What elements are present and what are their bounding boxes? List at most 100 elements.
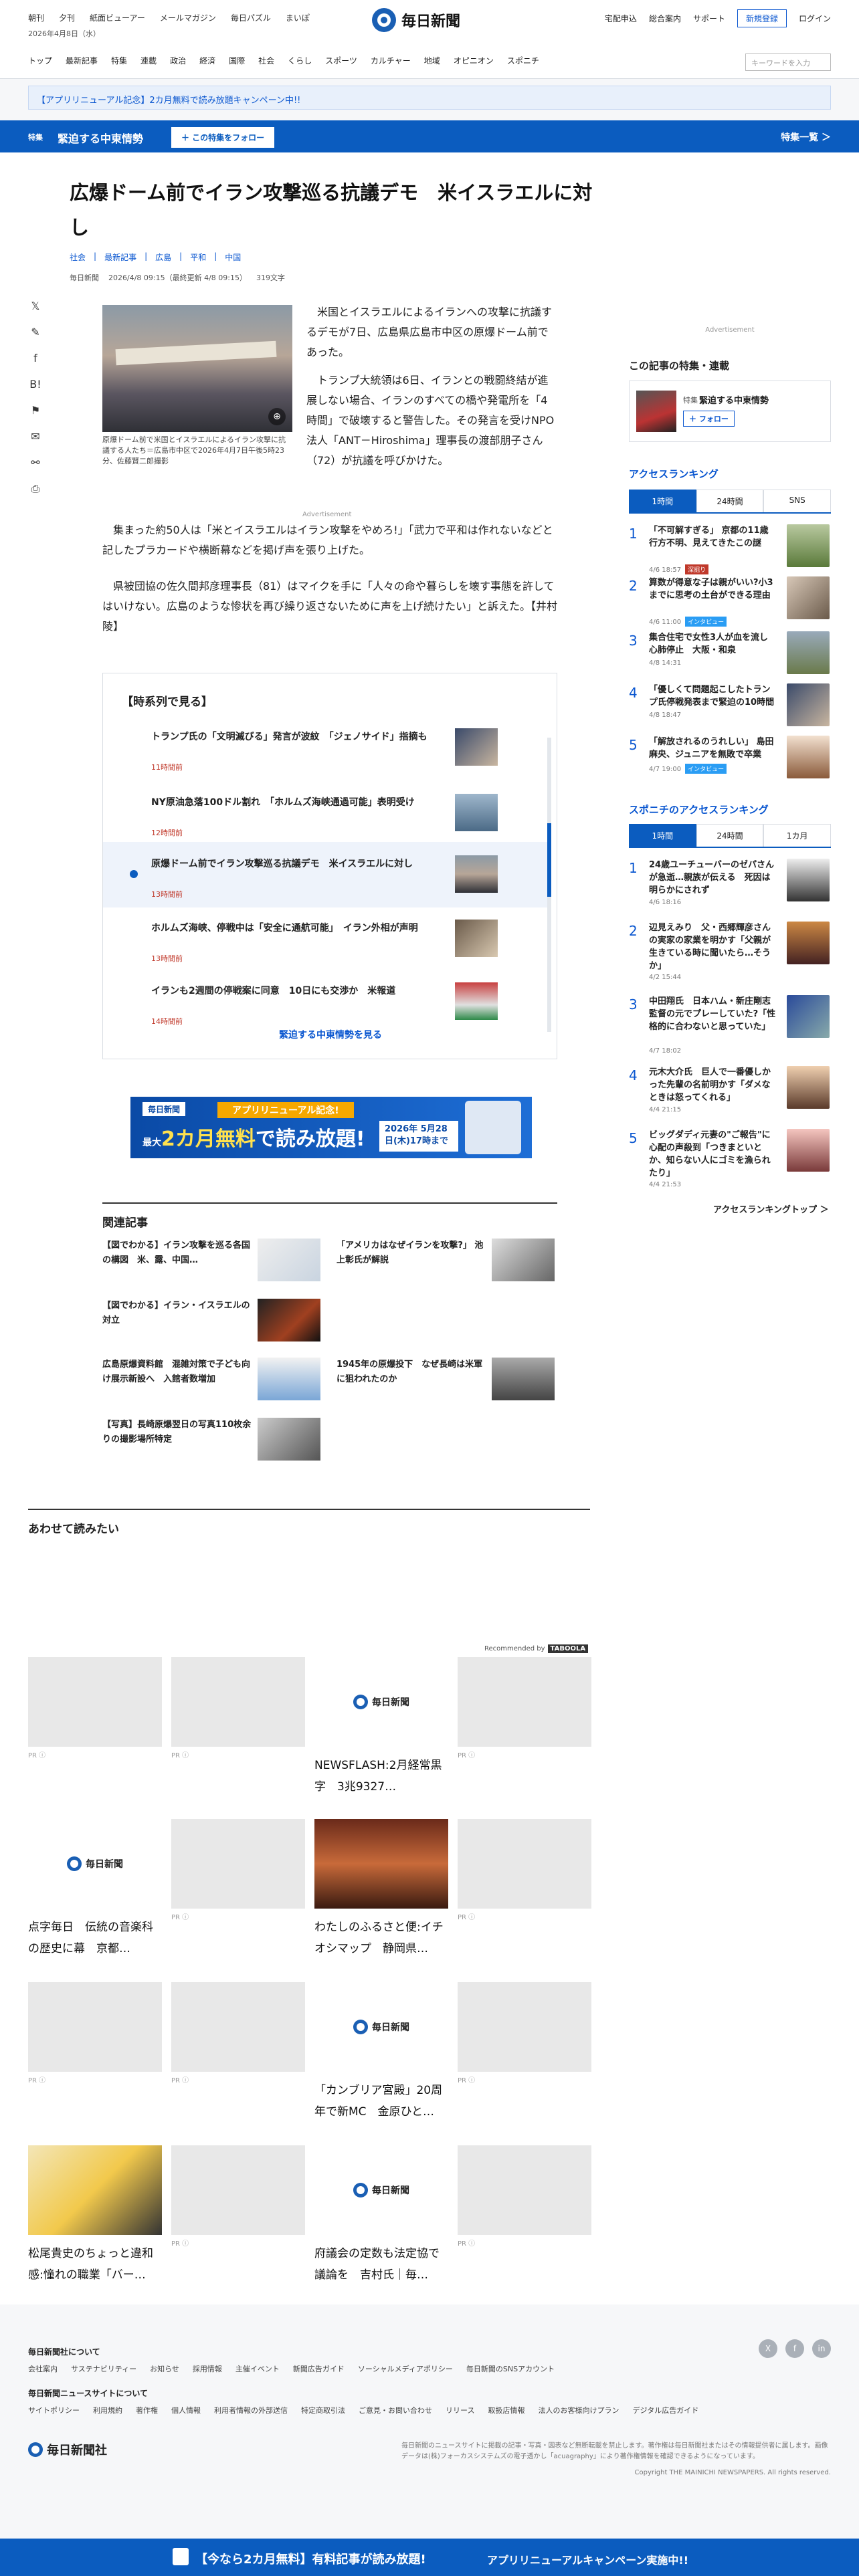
footer-link[interactable]: 主催イベント (235, 2363, 280, 2374)
recommend-card[interactable]: PR ⓘ (171, 1657, 305, 1759)
footer-link[interactable]: 新聞広告ガイド (293, 2363, 345, 2374)
support-link[interactable]: サポート (693, 13, 725, 24)
sponichi-item[interactable]: 4 元木大介氏 巨人で一番優しかった先輩の名前明かす「ダメなときは怒ってくれる」 4… (629, 1063, 831, 1121)
category-link[interactable]: 平和 (190, 251, 206, 263)
x-share-icon[interactable]: 𝕏 (31, 300, 40, 312)
footer-link[interactable]: 採用情報 (193, 2363, 222, 2374)
follow-feature-button[interactable]: ＋ この特集をフォロー (171, 127, 275, 148)
tab-sns[interactable]: SNS (763, 490, 832, 512)
footer-link[interactable]: ソーシャルメディアポリシー (358, 2363, 453, 2374)
feature-title[interactable]: 緊迫する中東情勢 (58, 130, 143, 146)
footer-link[interactable]: リリース (446, 2405, 474, 2416)
timeline-item[interactable]: NY原油急落100ドル割れ 「ホルムズ海峡通過可能」表明受け 12時間前 (103, 780, 551, 846)
recommend-card[interactable]: PR ⓘ (171, 1819, 305, 1921)
article-photo[interactable]: ⊕ (102, 305, 292, 432)
feature-list-link[interactable]: 特集一覧 ＞ (781, 130, 831, 144)
link-icon[interactable]: ⚯ (31, 456, 39, 469)
tab-1month[interactable]: 1カ月 (763, 824, 832, 847)
recommend-card[interactable]: 松尾貴史のちょっと違和感:憧れの職業「バー… (28, 2145, 162, 2286)
info-link[interactable]: 総合案内 (649, 13, 681, 24)
category-link[interactable]: 社会 (70, 251, 86, 263)
sponichi-item[interactable]: 1 24歳ユーチューバーのゼパさんが急逝…親族が伝える 死因は明らかにされず 4/6… (629, 856, 831, 914)
footer-link[interactable]: 会社案内 (28, 2363, 58, 2374)
register-button[interactable]: 新規登録 (737, 9, 787, 27)
ranking-item[interactable]: 3 集合住宅で女性3人が血を流し心肺停止 大阪・和泉 4/8 14:31 (629, 629, 831, 686)
tab-24hour[interactable]: 24時間 (696, 824, 764, 847)
nav-latest[interactable]: 最新記事 (66, 55, 98, 66)
delivery-link[interactable]: 宅配申込 (605, 13, 637, 24)
bottom-campaign-bar[interactable]: 【今なら2カ月無料】有料記事が読み放題! アプリリニューアルキャンペーン実施中!… (0, 2539, 859, 2576)
timeline-item-current[interactable]: 原爆ドーム前でイラン攻撃巡る抗議デモ 米イスラエルに対し 13時間前 (103, 842, 551, 907)
nav-society[interactable]: 社会 (258, 55, 274, 66)
recommend-card[interactable]: PR ⓘ (28, 1982, 162, 2084)
related-item[interactable]: 「アメリカはなぜイランを攻撃?」 池上彰氏が解説 (337, 1239, 557, 1292)
facebook-icon[interactable]: f (33, 352, 37, 364)
nav-culture[interactable]: カルチャー (371, 55, 411, 66)
bookmark-icon[interactable]: ⚑ (31, 404, 40, 417)
hatena-icon[interactable]: B! (29, 378, 41, 391)
footer-link[interactable]: 法人のお客様向けプラン (538, 2405, 619, 2416)
footer-link[interactable]: ご意見・お問い合わせ (359, 2405, 432, 2416)
nav-life[interactable]: くらし (288, 55, 312, 66)
top-link-morning[interactable]: 朝刊 (28, 12, 44, 23)
campaign-banner[interactable]: 【アプリリニューアル記念】2カ月無料で読み放題キャンペーン中!! (28, 86, 831, 110)
category-link[interactable]: 中国 (225, 251, 241, 263)
nav-world[interactable]: 国際 (229, 55, 245, 66)
recommend-card[interactable]: PR ⓘ (171, 1982, 305, 2084)
sponichi-item[interactable]: 5 ビッグダディ元妻の"ご報告"に心配の声殺到「つきまといとか、知らない人にゴミを… (629, 1126, 831, 1188)
footer-link[interactable]: 利用者情報の外部送信 (214, 2405, 288, 2416)
nav-economy[interactable]: 経済 (199, 55, 215, 66)
footer-link[interactable]: 著作権 (136, 2405, 158, 2416)
nav-sports[interactable]: スポーツ (325, 55, 357, 66)
facebook-icon[interactable]: f (785, 2339, 804, 2358)
tab-1hour[interactable]: 1時間 (629, 824, 696, 847)
nav-local[interactable]: 地域 (424, 55, 440, 66)
linkedin-icon[interactable]: in (812, 2339, 831, 2358)
recommend-card[interactable]: PR ⓘ (458, 1982, 591, 2084)
timeline-item[interactable]: イランも2週間の停戦案に同意 10日にも交渉か 米報道 14時間前 (103, 969, 551, 1035)
recommend-card[interactable]: PR ⓘ (171, 2145, 305, 2248)
footer-link[interactable]: サステナビリティー (71, 2363, 136, 2374)
recommend-card[interactable]: わたしのふるさと便:イチオシマップ 静岡県… (314, 1819, 448, 1959)
nav-opinion[interactable]: オピニオン (454, 55, 494, 66)
footer-link[interactable]: 毎日新聞のSNSアカウント (466, 2363, 555, 2374)
site-logo[interactable]: 毎日新聞 (372, 5, 492, 35)
footer-link[interactable]: 利用規約 (93, 2405, 122, 2416)
ranking-item[interactable]: 4 「優しくて問題起こしたトランプ氏停戦発表まで緊迫の10時間 4/8 18:47 (629, 681, 831, 738)
tab-1hour[interactable]: 1時間 (629, 490, 696, 512)
related-item[interactable]: 1945年の原爆投下 なぜ長崎は米軍に狙われたのか (337, 1358, 557, 1411)
footer-link[interactable]: デジタル広告ガイド (632, 2405, 698, 2416)
recommend-card[interactable]: 毎日新聞 「カンブリア宮殿」20周年で新MC 金原ひと… (314, 1982, 448, 2123)
recommend-card[interactable]: PR ⓘ (458, 1657, 591, 1759)
recommend-card[interactable]: 毎日新聞 点字毎日 伝統の音楽科の歴史に幕 京都… (28, 1819, 162, 1959)
comment-icon[interactable]: ✎ (31, 326, 39, 338)
print-icon[interactable]: ⎙ (31, 482, 40, 496)
ranking-top-link[interactable]: アクセスランキングトップ ＞ (713, 1202, 829, 1215)
ranking-item[interactable]: 1 「不可解すぎる」 京都の11歳行方不明、見えてきたこの謎 4/6 18:57 深掘… (629, 522, 831, 579)
recommend-card[interactable]: PR ⓘ (458, 1819, 591, 1921)
top-link-viewer[interactable]: 紙面ビューアー (90, 12, 145, 23)
search-input[interactable]: キーワードを入力 (745, 53, 831, 71)
recommend-card[interactable]: PR ⓘ (458, 2145, 591, 2248)
footer-logo[interactable]: 毎日新聞社 (28, 2441, 107, 2458)
recommend-card[interactable]: PR ⓘ (28, 1657, 162, 1759)
mail-icon[interactable]: ✉ (31, 430, 39, 443)
x-icon[interactable]: X (759, 2339, 777, 2358)
sidebar-feature-card[interactable]: 特集 緊迫する中東情勢 ＋ フォロー (629, 381, 831, 442)
top-link-maipo[interactable]: まいぽ (286, 12, 310, 23)
nav-top[interactable]: トップ (28, 55, 52, 66)
sponichi-item[interactable]: 3 中田翔氏 日本ハム・新庄剛志監督の元でプレーしていた?「性格的に合わないと思っ… (629, 992, 831, 1055)
related-item[interactable]: 【図でわかる】イラン・イスラエルの対立 (102, 1299, 323, 1352)
timeline-item[interactable]: ホルムズ海峡、停戦中は「安全に通航可能」 イラン外相が声明 13時間前 (103, 906, 551, 972)
footer-link[interactable]: 特定商取引法 (301, 2405, 345, 2416)
timeline-scrollbar[interactable] (547, 738, 551, 1032)
nav-feature[interactable]: 特集 (111, 55, 127, 66)
footer-link[interactable]: 取扱店情報 (488, 2405, 524, 2416)
zoom-icon[interactable]: ⊕ (268, 408, 286, 425)
timeline-more-link[interactable]: 緊迫する中東情勢を見る (103, 1028, 558, 1041)
nav-series[interactable]: 連載 (140, 55, 157, 66)
footer-link[interactable]: サイトポリシー (28, 2405, 80, 2416)
footer-link[interactable]: お知らせ (150, 2363, 179, 2374)
recommend-card[interactable]: 毎日新聞 NEWSFLASH:2月経常黒字 3兆9327… (314, 1657, 448, 1798)
nav-sponichi[interactable]: スポニチ (507, 55, 539, 66)
